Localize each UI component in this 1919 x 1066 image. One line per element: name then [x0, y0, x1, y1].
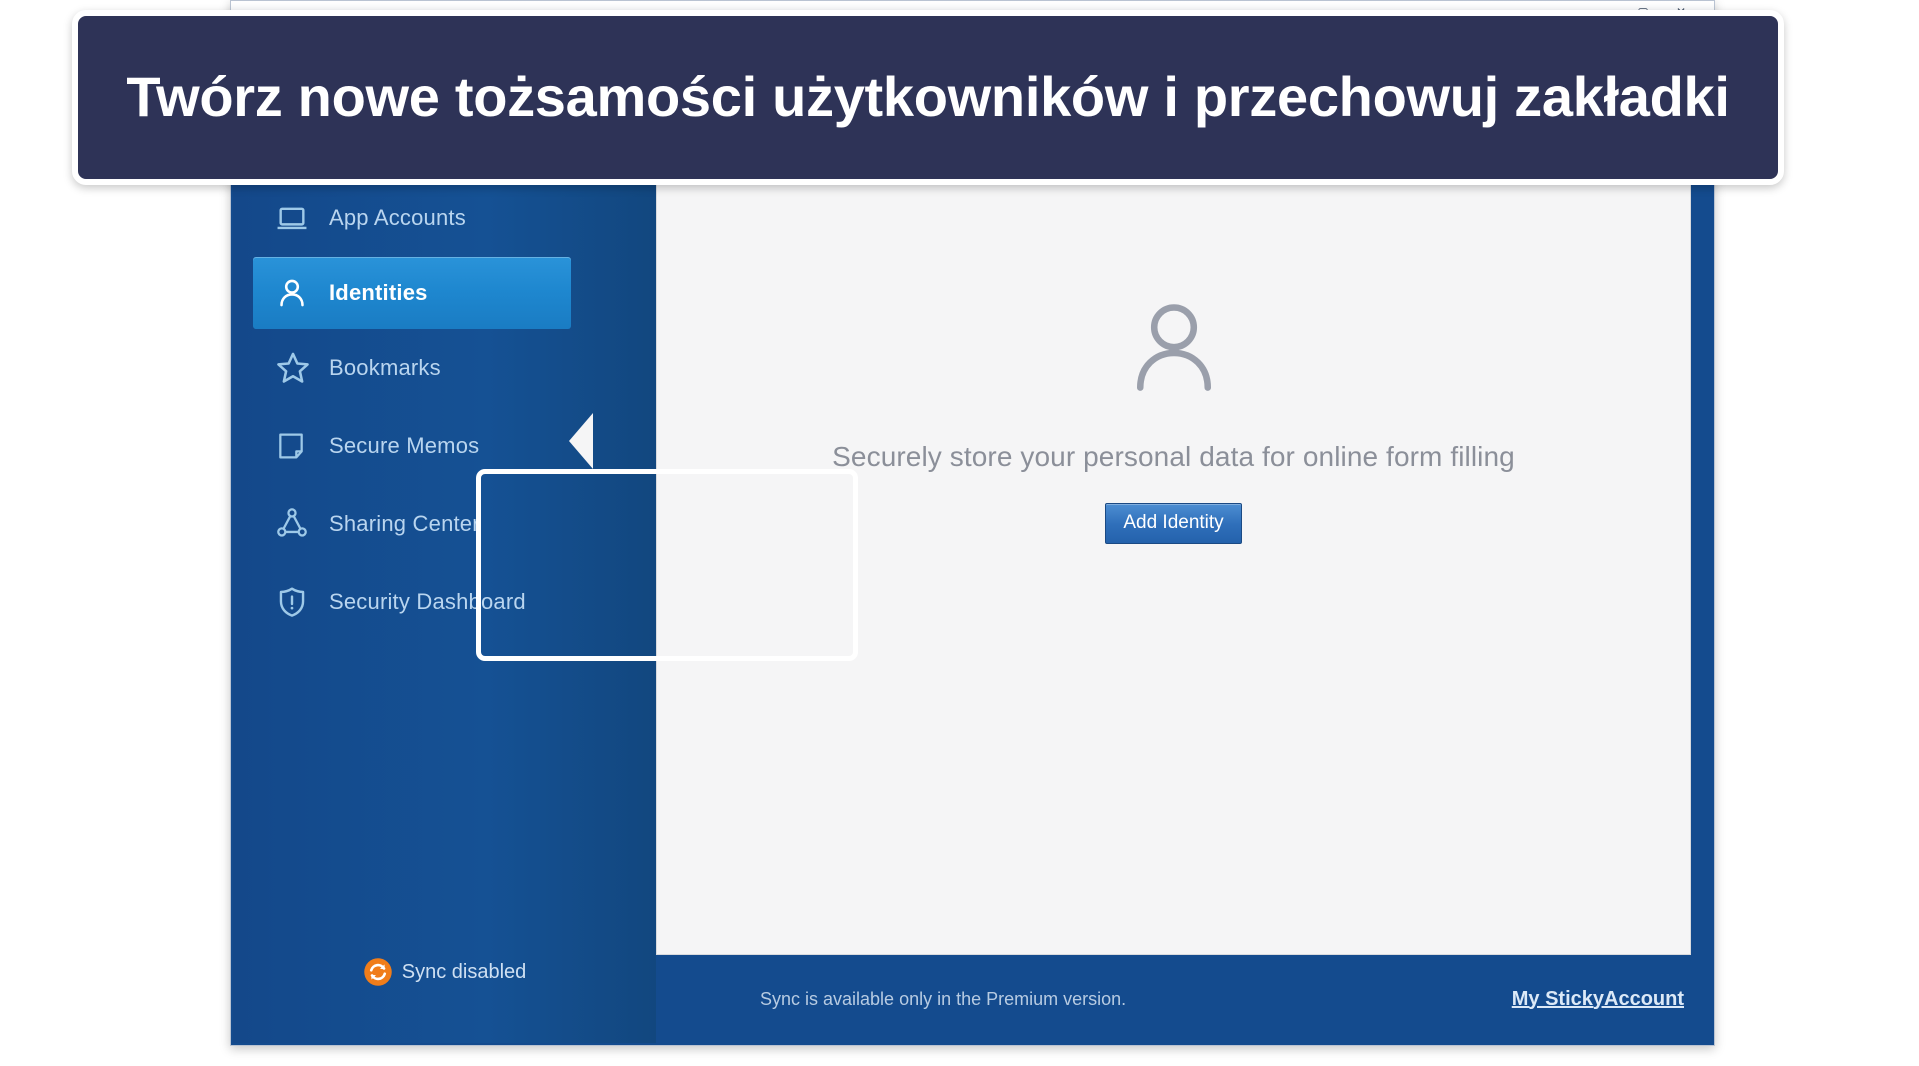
sidebar-item-security-dashboard[interactable]: Security Dashboard	[233, 563, 656, 641]
sync-status[interactable]: Sync disabled	[233, 957, 656, 987]
sidebar-item-label: Identities	[329, 280, 428, 305]
sidebar-item-app-accounts[interactable]: App Accounts	[233, 179, 656, 257]
sync-icon	[363, 957, 393, 987]
sidebar-item-label: Bookmarks	[329, 355, 441, 380]
sidebar-item-bookmarks[interactable]: Bookmarks	[233, 329, 656, 407]
my-stickyaccount-link[interactable]: My StickyAccount	[1512, 988, 1684, 1011]
sidebar-item-label: App Accounts	[329, 205, 466, 230]
empty-state-message: Securely store your personal data for on…	[832, 441, 1515, 472]
sidebar-item-sharing-center[interactable]: Sharing Center	[233, 485, 656, 563]
laptop-icon	[275, 198, 319, 238]
active-item-pointer	[569, 413, 593, 469]
sidebar-item-label: Sharing Center	[329, 511, 480, 536]
sidebar-item-identities[interactable]: Identities	[253, 257, 571, 329]
promo-banner-text: Twórz nowe tożsamości użytkowników i prz…	[126, 65, 1730, 129]
sync-status-label: Sync disabled	[401, 960, 527, 983]
add-identity-button[interactable]: Add Identity	[1105, 503, 1242, 544]
empty-state: Securely store your personal data for on…	[657, 294, 1690, 544]
promo-banner: Twórz nowe tożsamości użytkowników i prz…	[72, 10, 1784, 185]
shield-alert-icon	[275, 582, 319, 622]
share-nodes-icon	[275, 504, 319, 544]
star-icon	[275, 348, 319, 388]
note-icon	[275, 426, 319, 466]
sidebar-item-label: Secure Memos	[329, 433, 480, 458]
person-icon	[657, 294, 1690, 407]
premium-note: Sync is available only in the Premium ve…	[760, 988, 1127, 1009]
sidebar-item-label: Security Dashboard	[329, 589, 526, 614]
person-icon	[275, 273, 319, 313]
footer: Sync is available only in the Premium ve…	[656, 955, 1712, 1043]
